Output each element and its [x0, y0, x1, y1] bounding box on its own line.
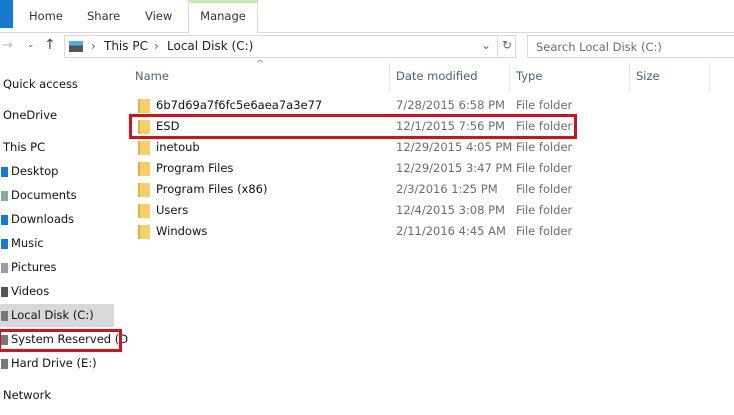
address-bar[interactable]: › This PC › Local Disk (C:) ⌄ ↻ — [64, 35, 516, 58]
nav-item-label: Desktop — [11, 164, 59, 178]
nav-item-icon — [1, 311, 8, 321]
file-date: 12/29/2015 3:47 PM — [396, 161, 513, 175]
address-dropdown-icon[interactable]: ⌄ — [481, 38, 491, 52]
file-type: File folder — [516, 140, 573, 154]
nav-item-label: Hard Drive (E:) — [11, 356, 97, 370]
nav-item-label: Videos — [11, 284, 50, 298]
up-arrow-icon[interactable]: ↑ — [44, 37, 56, 53]
file-type: File folder — [516, 182, 573, 196]
file-name: Users — [156, 203, 189, 217]
refresh-icon[interactable]: ↻ — [502, 38, 512, 52]
column-header-date[interactable]: Date modified — [396, 69, 478, 83]
file-row[interactable]: Windows 2/11/2016 4:45 AM File folder — [130, 221, 576, 242]
column-header-name[interactable]: Name — [135, 69, 169, 83]
search-input[interactable]: Search Local Disk (C:) — [527, 35, 734, 58]
file-type: File folder — [516, 203, 573, 217]
nav-item-icon — [1, 287, 8, 297]
nav-item-icon — [1, 239, 8, 249]
file-row[interactable]: Program Files (x86) 2/3/2016 1:25 PM Fil… — [130, 179, 576, 200]
nav-item[interactable]: Videos — [1, 284, 50, 298]
file-date: 7/28/2015 6:58 PM — [396, 98, 505, 112]
ribbon: Home Share View Manage — [0, 0, 734, 34]
nav-item[interactable]: Hard Drive (E:) — [1, 356, 97, 370]
breadcrumb-this-pc[interactable]: This PC — [104, 39, 148, 53]
folder-icon — [138, 204, 150, 218]
breadcrumb-separator-icon: › — [154, 39, 159, 53]
column-header-size[interactable]: Size — [636, 69, 660, 83]
nav-network[interactable]: Network — [3, 388, 51, 402]
file-name: Program Files — [156, 161, 234, 175]
sort-ascending-icon: ^ — [256, 59, 265, 70]
nav-item-icon — [1, 359, 8, 369]
folder-icon — [138, 141, 150, 155]
file-type: File folder — [516, 98, 573, 112]
breadcrumb-local-disk[interactable]: Local Disk (C:) — [167, 39, 253, 53]
nav-item[interactable]: Music — [1, 236, 44, 250]
nav-item-label: Downloads — [11, 212, 75, 226]
tab-share[interactable]: Share — [87, 9, 120, 23]
tab-home[interactable]: Home — [29, 9, 63, 23]
file-type: File folder — [516, 224, 573, 238]
nav-item-icon — [1, 191, 8, 201]
file-name: inetoub — [156, 140, 200, 154]
divider — [497, 35, 498, 58]
folder-icon — [138, 99, 150, 113]
file-name: Windows — [156, 224, 208, 238]
folder-icon — [138, 225, 150, 239]
column-separator[interactable] — [629, 63, 630, 91]
nav-item-label: Music — [11, 236, 44, 250]
nav-item[interactable]: Downloads — [1, 212, 75, 226]
nav-item-label: Local Disk (C:) — [11, 308, 94, 322]
tab-manage-label: Manage — [200, 9, 246, 23]
file-date: 12/29/2015 4:05 PM — [396, 140, 513, 154]
file-date: 2/11/2016 4:45 AM — [396, 224, 506, 238]
file-name: 6b7d69a7f6fc5e6aea7a3e77 — [156, 98, 323, 112]
column-separator[interactable] — [509, 63, 510, 91]
file-date: 2/3/2016 1:25 PM — [396, 182, 498, 196]
nav-item-label: Pictures — [11, 260, 57, 274]
file-name: Program Files (x86) — [156, 182, 268, 196]
recent-locations-chevron-icon[interactable]: ⌄ — [27, 40, 35, 50]
file-row[interactable]: Users 12/4/2015 3:08 PM File folder — [130, 200, 576, 221]
file-row[interactable]: inetoub 12/29/2015 4:05 PM File folder — [130, 137, 576, 158]
nav-item[interactable]: Local Disk (C:) — [1, 308, 94, 322]
this-pc-icon — [69, 41, 83, 52]
file-date: 12/4/2015 3:08 PM — [396, 203, 505, 217]
file-row[interactable]: Program Files 12/29/2015 3:47 PM File fo… — [130, 158, 576, 179]
nav-item-icon — [1, 167, 8, 177]
nav-item[interactable]: Pictures — [1, 260, 57, 274]
highlight-box-esd — [129, 114, 577, 139]
folder-icon — [138, 183, 150, 197]
nav-item-icon — [1, 215, 8, 225]
highlight-box-system-reserved — [0, 329, 122, 352]
nav-item-label: Documents — [11, 188, 77, 202]
forward-icon[interactable]: → — [2, 38, 13, 53]
nav-item-icon — [1, 263, 8, 273]
column-header-type[interactable]: Type — [516, 69, 542, 83]
file-row[interactable]: 6b7d69a7f6fc5e6aea7a3e77 7/28/2015 6:58 … — [130, 95, 576, 116]
file-tab[interactable] — [0, 0, 13, 28]
folder-icon — [138, 162, 150, 176]
nav-item[interactable]: Desktop — [1, 164, 59, 178]
column-separator[interactable] — [709, 63, 710, 91]
column-separator[interactable] — [389, 63, 390, 91]
tab-manage[interactable]: Manage — [188, 0, 258, 34]
nav-onedrive[interactable]: OneDrive — [3, 108, 57, 122]
nav-item[interactable]: Documents — [1, 188, 77, 202]
nav-quick-access[interactable]: Quick access — [3, 77, 78, 91]
nav-this-pc[interactable]: This PC — [3, 140, 45, 154]
tab-view[interactable]: View — [145, 9, 172, 23]
file-type: File folder — [516, 161, 573, 175]
breadcrumb-separator-icon: › — [91, 39, 96, 53]
